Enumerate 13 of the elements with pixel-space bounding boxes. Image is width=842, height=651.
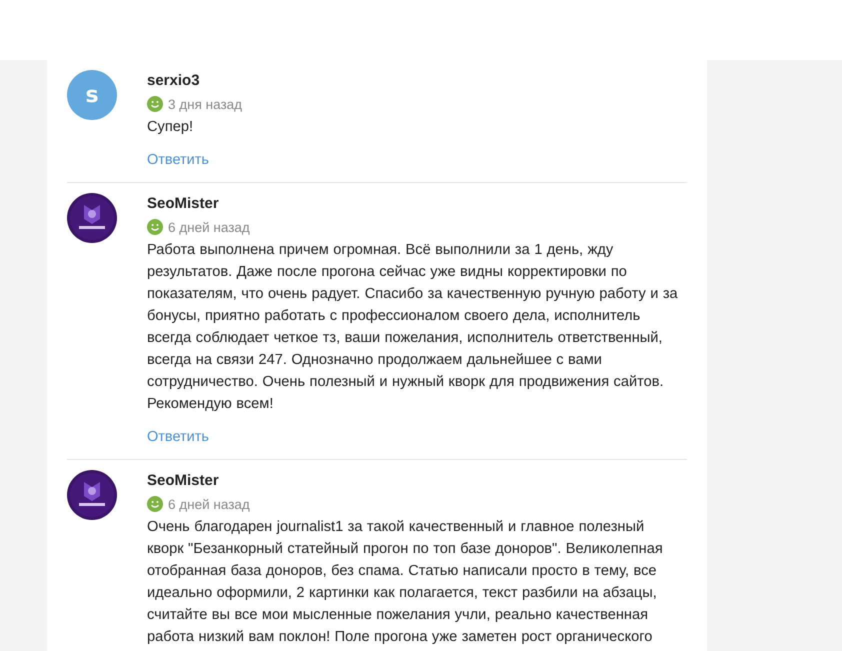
author-name[interactable]: SeoMister <box>147 470 219 492</box>
review-text: Очень благодарен journalist1 за такой качественный и главное полезный кворк "Безанкорный статейный прогон по топ базе доноров". Великолепная отобранная база доноров, без спама. Статью написали просто в тему, все идеально оформили, 2 картинки как полагается, текст разбили на абзацы, считайте вы все мои мысленные пожелания учли, реально качественная работа низкий вам поклон! Поле прогона уже заметен рост органического <box>147 518 664 647</box>
smiley-icon <box>147 496 163 512</box>
review-text: Работа выполнена причем огромная. Всё выполнили за 1 день, жду результатов. Даже после прогона сейчас уже видны корректировки по показателям, что очень радует. Спасибо за качественную ручную работу и за бонусы, приятно работать с профессионалом своего дела, исполнитель всегда соблюдает четкое тз, ваши пожелания, исполнитель ответственный, всегда на связи 247. Однозначно продолжаем дальнейшее с вами сотрудничество. Очень полезный и нужный кворк для продвижения сайтов. Рекомендую всем! <box>147 241 679 414</box>
user-avatar: s <box>67 70 117 120</box>
smiley-icon <box>147 96 163 112</box>
author-name[interactable]: serxio3 <box>147 70 200 92</box>
review-time: 6 дней назад <box>168 496 250 512</box>
author-name[interactable]: SeoMister <box>147 193 219 215</box>
review-time: 3 дня назад <box>168 96 242 112</box>
smiley-icon <box>147 219 163 235</box>
review-time: 6 дней назад <box>168 220 250 234</box>
review-text: Супер! <box>147 118 194 137</box>
